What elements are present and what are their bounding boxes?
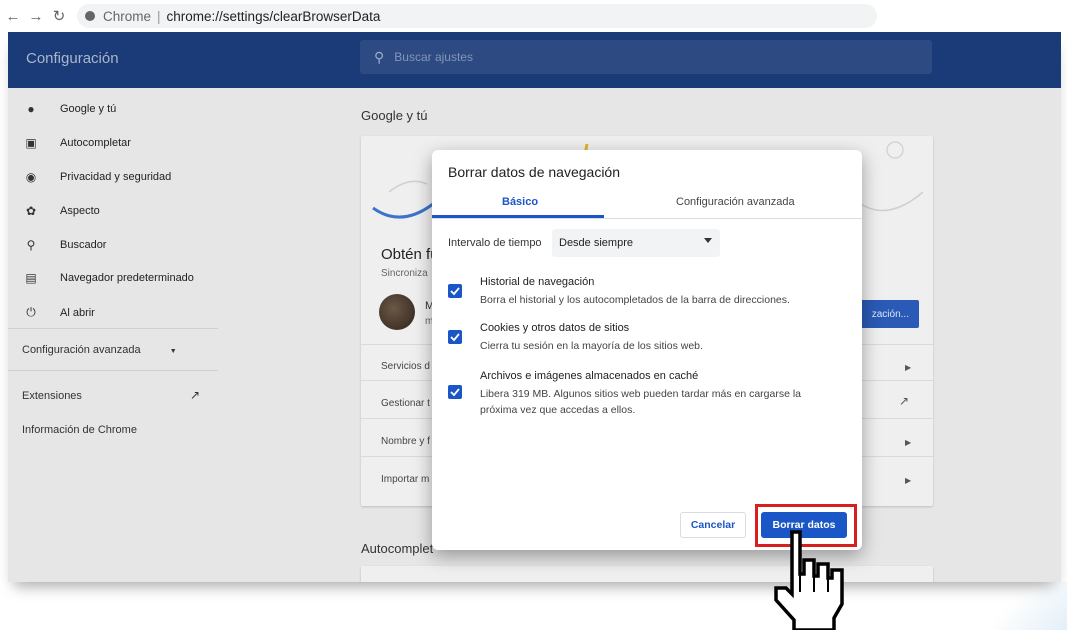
tab-advanced[interactable]: Configuración avanzada (676, 196, 795, 208)
settings-title: Configuración (26, 50, 119, 67)
option-title: Archivos e imágenes almacenados en caché (480, 370, 699, 382)
sidebar-advanced[interactable]: Configuración avanzada ▼ (22, 344, 177, 356)
search-placeholder: Buscar ajustes (394, 50, 473, 64)
external-link-icon: ↗ (189, 388, 200, 402)
sidebar-item-google[interactable]: ● Google y tú (22, 102, 116, 116)
chevron-right-icon: ▶ (905, 438, 912, 447)
sidebar-about[interactable]: Información de Chrome (22, 424, 137, 436)
time-range-value: Desde siempre (559, 237, 633, 249)
row-import[interactable]: Importar m (381, 474, 429, 485)
section-title: Google y tú (361, 108, 428, 123)
browser-toolbar: ← → ↻ Chrome | chrome://settings/clearBr… (0, 0, 1067, 32)
sidebar-item-label: Buscador (60, 239, 107, 251)
checkmark-icon (450, 287, 460, 296)
tab-basic[interactable]: Básico (502, 196, 538, 208)
dialog-title: Borrar datos de navegación (448, 164, 620, 180)
external-link-icon: ↗ (899, 394, 910, 408)
history-checkbox[interactable] (448, 284, 462, 298)
settings-sidebar: ● Google y tú ▣ Autocompletar ◉ Privacid… (8, 88, 218, 582)
chevron-right-icon: ▶ (905, 476, 912, 485)
time-range-label: Intervalo de tiempo (448, 237, 542, 249)
sidebar-item-appearance[interactable]: ✿ Aspecto (22, 204, 100, 218)
back-icon[interactable]: ← (3, 8, 23, 25)
sidebar-item-label: Google y tú (60, 103, 117, 115)
sidebar-item-label: Privacidad y seguridad (60, 171, 172, 183)
hand-pointer-icon (774, 530, 844, 630)
sidebar-item-label: Aspecto (60, 205, 100, 217)
option-description: Libera 319 MB. Algunos sitios web pueden… (480, 388, 802, 416)
chevron-right-icon: ▶ (905, 363, 912, 372)
autofill-section-title: Autocomplet (361, 541, 434, 556)
person-icon: ● (27, 102, 35, 116)
url-separator: | (157, 8, 161, 24)
search-icon: ⚲ (26, 238, 36, 252)
corner-decoration (977, 582, 1067, 630)
sidebar-item-label: Navegador predeterminado (60, 272, 194, 284)
sidebar-item-default-browser[interactable]: ▤ Navegador predeterminado (22, 271, 194, 285)
sidebar-extensions[interactable]: Extensiones ↗ (22, 388, 200, 402)
cache-checkbox[interactable] (448, 385, 462, 399)
sidebar-item-on-startup[interactable]: ⏻ Al abrir (22, 305, 95, 320)
sidebar-item-label: Autocompletar (60, 137, 131, 149)
search-input[interactable]: ⚲ Buscar ajustes (360, 40, 932, 74)
sidebar-item-privacy[interactable]: ◉ Privacidad y seguridad (22, 170, 172, 184)
reload-icon[interactable]: ↻ (49, 7, 69, 25)
card-heading: Obtén fu (381, 246, 439, 263)
extensions-label: Extensiones (22, 390, 82, 402)
browser-icon: ▤ (25, 271, 37, 285)
address-bar[interactable]: Chrome | chrome://settings/clearBrowserD… (77, 4, 877, 28)
checkmark-icon (450, 388, 460, 397)
sidebar-divider (8, 370, 218, 371)
clear-data-dialog: Borrar datos de navegación Básico Config… (432, 150, 862, 550)
cookies-checkbox[interactable] (448, 330, 462, 344)
cancel-button[interactable]: Cancelar (680, 512, 746, 538)
row-name-photo[interactable]: Nombre y f (381, 436, 430, 447)
advanced-label: Configuración avanzada (22, 344, 141, 356)
option-title: Cookies y otros datos de sitios (480, 322, 630, 334)
card-subtitle: Sincroniza (381, 268, 428, 279)
sidebar-item-label: Al abrir (60, 306, 95, 319)
sidebar-item-autofill[interactable]: ▣ Autocompletar (22, 136, 131, 150)
tab-divider (432, 218, 862, 219)
screenshot-stage: ← → ↻ Chrome | chrome://settings/clearBr… (0, 0, 1067, 630)
time-range-select[interactable]: Desde siempre (552, 229, 720, 257)
option-description: Cierra tu sesión en la mayoría de los si… (480, 340, 703, 352)
row-manage-account[interactable]: Gestionar t (381, 398, 430, 409)
checkmark-icon (450, 333, 460, 342)
sidebar-item-search-engine[interactable]: ⚲ Buscador (22, 238, 107, 252)
palette-icon: ✿ (25, 204, 37, 218)
url-text: chrome://settings/clearBrowserData (166, 8, 381, 24)
row-sync-services[interactable]: Servicios d (381, 361, 430, 372)
site-label: Chrome (103, 8, 152, 24)
chevron-down-icon: ▼ (169, 348, 177, 355)
forward-icon[interactable]: → (26, 8, 46, 25)
dropdown-caret-icon (704, 238, 712, 243)
option-description: Borra el historial y los autocompletados… (480, 294, 790, 306)
chrome-icon (85, 11, 95, 21)
search-icon: ⚲ (374, 48, 385, 65)
avatar (379, 294, 415, 330)
settings-header: Configuración ⚲ Buscar ajustes (8, 32, 1061, 88)
option-title: Historial de navegación (480, 276, 595, 288)
sidebar-divider (8, 328, 218, 329)
shield-icon: ◉ (25, 170, 37, 184)
power-icon: ⏻ (26, 305, 36, 319)
clipboard-icon: ▣ (25, 136, 37, 150)
